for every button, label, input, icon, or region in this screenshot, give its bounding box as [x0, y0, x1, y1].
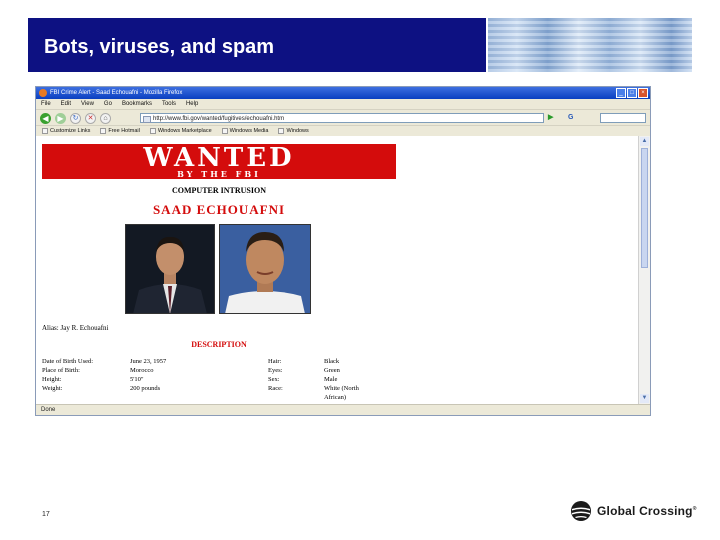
photo-frame: [125, 224, 215, 314]
bookmarks-toolbar: Customize Links Free Hotmail Windows Mar…: [36, 125, 650, 135]
logo-name: Global Crossing: [597, 504, 693, 518]
browser-window-title: FBI Crime Alert - Saad Echouafni - Mozil…: [50, 90, 183, 96]
bookmark-windows[interactable]: Windows: [278, 126, 309, 135]
photo-frame: [219, 224, 311, 314]
suspect-photo-2: [219, 224, 311, 314]
window-controls: _ □ ×: [616, 88, 648, 98]
bookmark-page-icon: [221, 127, 228, 134]
description-label: Height:: [42, 376, 62, 383]
minimize-button[interactable]: _: [616, 88, 626, 98]
scroll-thumb[interactable]: [641, 148, 648, 268]
description-value-2: African): [324, 394, 347, 401]
logo-registered-mark: ®: [692, 506, 697, 512]
alias-label: Alias:: [42, 324, 59, 332]
description-value: 5'10": [130, 376, 144, 383]
description-label-2: Sex:: [268, 376, 280, 383]
crime-type: COMPUTER INTRUSION: [171, 186, 266, 195]
description-label: Weight:: [42, 385, 63, 392]
reload-icon[interactable]: ↻: [70, 112, 81, 124]
bookmark-label: Windows: [286, 127, 309, 134]
wanted-banner: WANTED BY THE FBI: [42, 144, 396, 179]
by-the-fbi-subheading: BY THE FBI: [177, 169, 261, 179]
search-input[interactable]: [600, 113, 646, 123]
status-bar: Done: [36, 404, 650, 415]
description-heading: DESCRIPTION: [191, 340, 247, 349]
description-value-2: White (North: [324, 385, 359, 392]
description-label: Place of Birth:: [42, 367, 80, 374]
bookmark-page-icon: [100, 127, 107, 134]
search-engine-icon[interactable]: G: [568, 113, 578, 123]
menu-help[interactable]: Help: [186, 99, 198, 109]
company-logo: Global Crossing®: [570, 500, 697, 522]
bookmark-label: Customize Links: [50, 127, 91, 134]
wanted-heading: WANTED: [143, 143, 295, 173]
bookmark-label: Free Hotmail: [108, 127, 140, 134]
menu-bookmarks[interactable]: Bookmarks: [122, 99, 152, 109]
menu-file[interactable]: File: [41, 99, 51, 109]
go-button[interactable]: ▶: [548, 113, 560, 123]
alias-value: Jay R. Echouafni: [60, 324, 109, 332]
header-building-image: [486, 18, 692, 72]
bookmark-windows-media[interactable]: Windows Media: [221, 126, 269, 135]
header-divider: [486, 18, 488, 72]
status-text: Done: [41, 407, 56, 413]
address-bar[interactable]: http://www.fbi.gov/wanted/fugitives/echo…: [140, 113, 544, 123]
subject-name: SAAD ECHOUAFNI: [152, 202, 286, 217]
scroll-down-icon[interactable]: ▼: [640, 394, 649, 403]
menu-tools[interactable]: Tools: [162, 99, 176, 109]
browser-titlebar: FBI Crime Alert - Saad Echouafni - Mozil…: [36, 87, 650, 99]
bookmark-free-hotmail[interactable]: Free Hotmail: [100, 126, 140, 135]
bookmark-windows-marketplace[interactable]: Windows Marketplace: [149, 126, 212, 135]
logo-text: Global Crossing®: [597, 504, 697, 518]
alias-line: Alias: Jay R. Echouafni: [42, 324, 109, 332]
description-label: Date of Birth Used:: [42, 358, 94, 365]
bookmark-label: Windows Media: [229, 127, 269, 134]
description-value: June 23, 1957: [130, 358, 167, 365]
maximize-button[interactable]: □: [627, 88, 637, 98]
vertical-scrollbar[interactable]: ▲ ▼: [638, 136, 650, 404]
bookmark-page-icon: [149, 127, 156, 134]
slide-number: 17: [42, 511, 50, 518]
browser-window: FBI Crime Alert - Saad Echouafni - Mozil…: [35, 86, 651, 416]
description-value: Morocco: [130, 367, 154, 374]
menu-bar: File Edit View Go Bookmarks Tools Help: [36, 99, 650, 109]
suspect-photo-1: [125, 224, 215, 314]
slide-title: Bots, viruses, and spam: [44, 36, 275, 58]
menu-view[interactable]: View: [81, 99, 94, 109]
menu-go[interactable]: Go: [104, 99, 112, 109]
scroll-up-icon[interactable]: ▲: [640, 137, 649, 146]
page-favicon-icon: [143, 116, 151, 123]
description-value-2: Green: [324, 367, 340, 374]
description-value-2: Male: [324, 376, 338, 383]
firefox-icon: [39, 89, 47, 97]
description-label-2: Eyes:: [268, 367, 283, 374]
forward-arrow-icon[interactable]: ▶: [55, 112, 66, 124]
bookmark-page-icon: [278, 127, 285, 134]
bookmark-label: Windows Marketplace: [157, 127, 212, 134]
bookmark-page-icon: [42, 127, 48, 134]
page-content: WANTED BY THE FBI COMPUTER INTRUSION SAA…: [36, 136, 638, 404]
close-button[interactable]: ×: [638, 88, 648, 98]
menu-edit[interactable]: Edit: [61, 99, 71, 109]
globe-logo-icon: [571, 501, 591, 521]
description-label-2: Hair:: [268, 358, 282, 365]
address-url: http://www.fbi.gov/wanted/fugitives/echo…: [153, 116, 285, 122]
description-label-2: Race:: [268, 385, 283, 392]
description-value: 200 pounds: [130, 385, 161, 392]
stop-icon[interactable]: ✕: [85, 112, 96, 124]
back-arrow-icon[interactable]: ◀: [40, 112, 51, 124]
home-icon[interactable]: ⌂: [100, 112, 111, 124]
description-value-2: Black: [324, 358, 340, 365]
bookmark-customize-links[interactable]: Customize Links: [42, 126, 90, 135]
